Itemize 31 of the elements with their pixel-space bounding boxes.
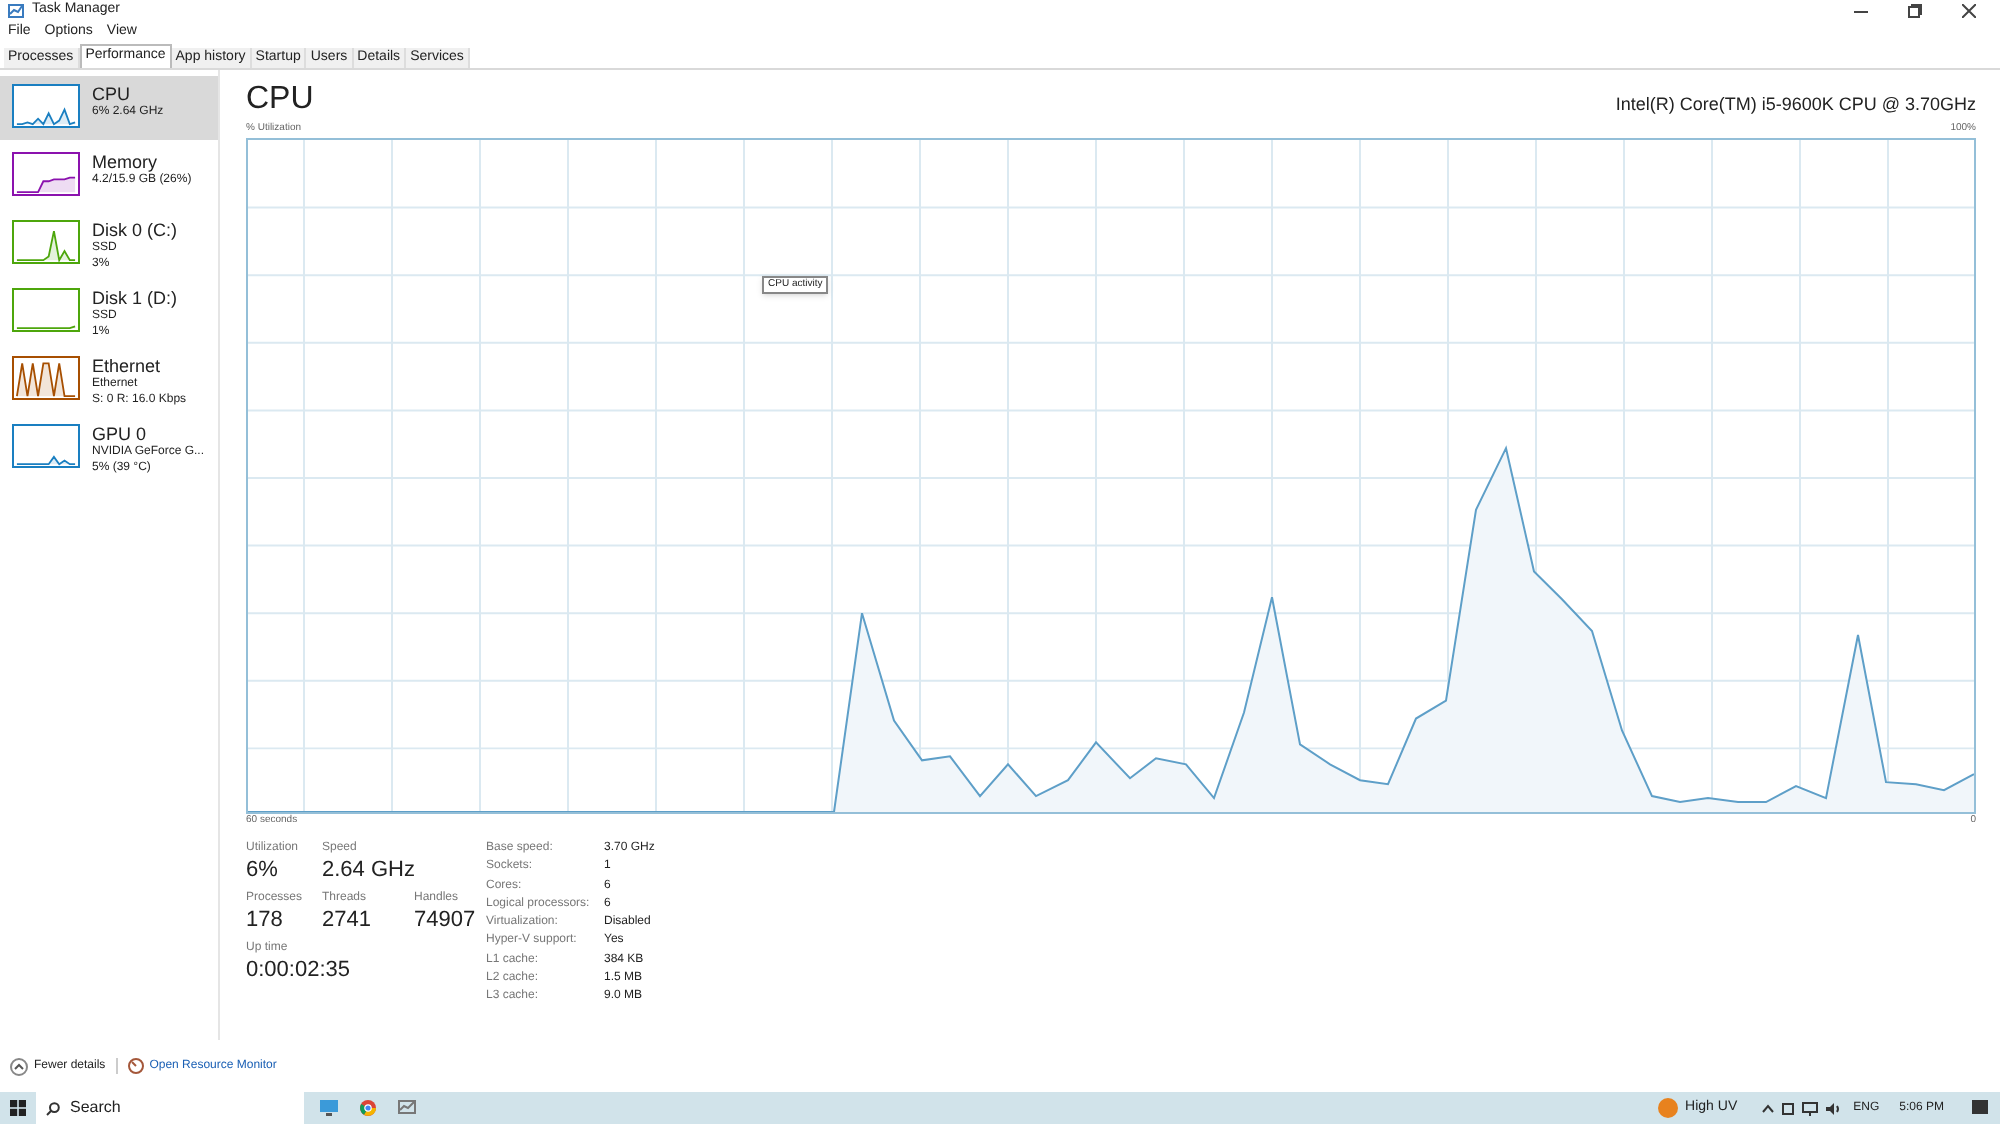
chevron-up-icon — [10, 1057, 28, 1075]
close-icon[interactable] — [1962, 3, 1976, 17]
stat-value: 74907 — [414, 908, 474, 934]
stat-value: 2741 — [322, 908, 373, 934]
network-icon[interactable] — [1801, 1101, 1818, 1115]
browser-icon[interactable] — [360, 1100, 376, 1116]
taskbar-search-field[interactable]: Search — [36, 1092, 304, 1124]
stat-value: 2.64 GHz — [322, 858, 417, 884]
stat-value: 6% — [246, 858, 280, 884]
item-title: Disk 1 (D:) — [92, 288, 177, 308]
search-placeholder: Search — [70, 1096, 121, 1120]
item-title: Ethernet — [92, 356, 163, 376]
page-title: CPU — [246, 82, 314, 118]
restore-icon[interactable] — [1908, 3, 1922, 17]
stat-value: 0:00:02:35 — [246, 958, 352, 984]
monitor-icon[interactable] — [320, 1100, 338, 1116]
item-title: Disk 0 (C:) — [92, 220, 177, 240]
cpu-model: Intel(R) Core(TM) i5-9600K CPU @ 3.70GHz — [1615, 91, 1976, 118]
item-title: GPU 0 — [92, 424, 149, 444]
task-manager-icon[interactable] — [398, 1100, 416, 1116]
windows-start-icon[interactable] — [10, 1100, 26, 1116]
tray-icon[interactable] — [1781, 1101, 1794, 1115]
search-icon — [46, 1101, 60, 1115]
speaker-icon[interactable] — [1825, 1101, 1842, 1115]
notification-icon[interactable] — [1972, 1100, 1988, 1116]
item-title: Memory — [92, 152, 160, 172]
stat-value: 178 — [246, 908, 285, 934]
gauge-icon — [127, 1058, 144, 1074]
chevron-up-icon[interactable] — [1761, 1103, 1774, 1113]
app-icon — [8, 3, 24, 17]
item-title: CPU — [92, 84, 133, 104]
